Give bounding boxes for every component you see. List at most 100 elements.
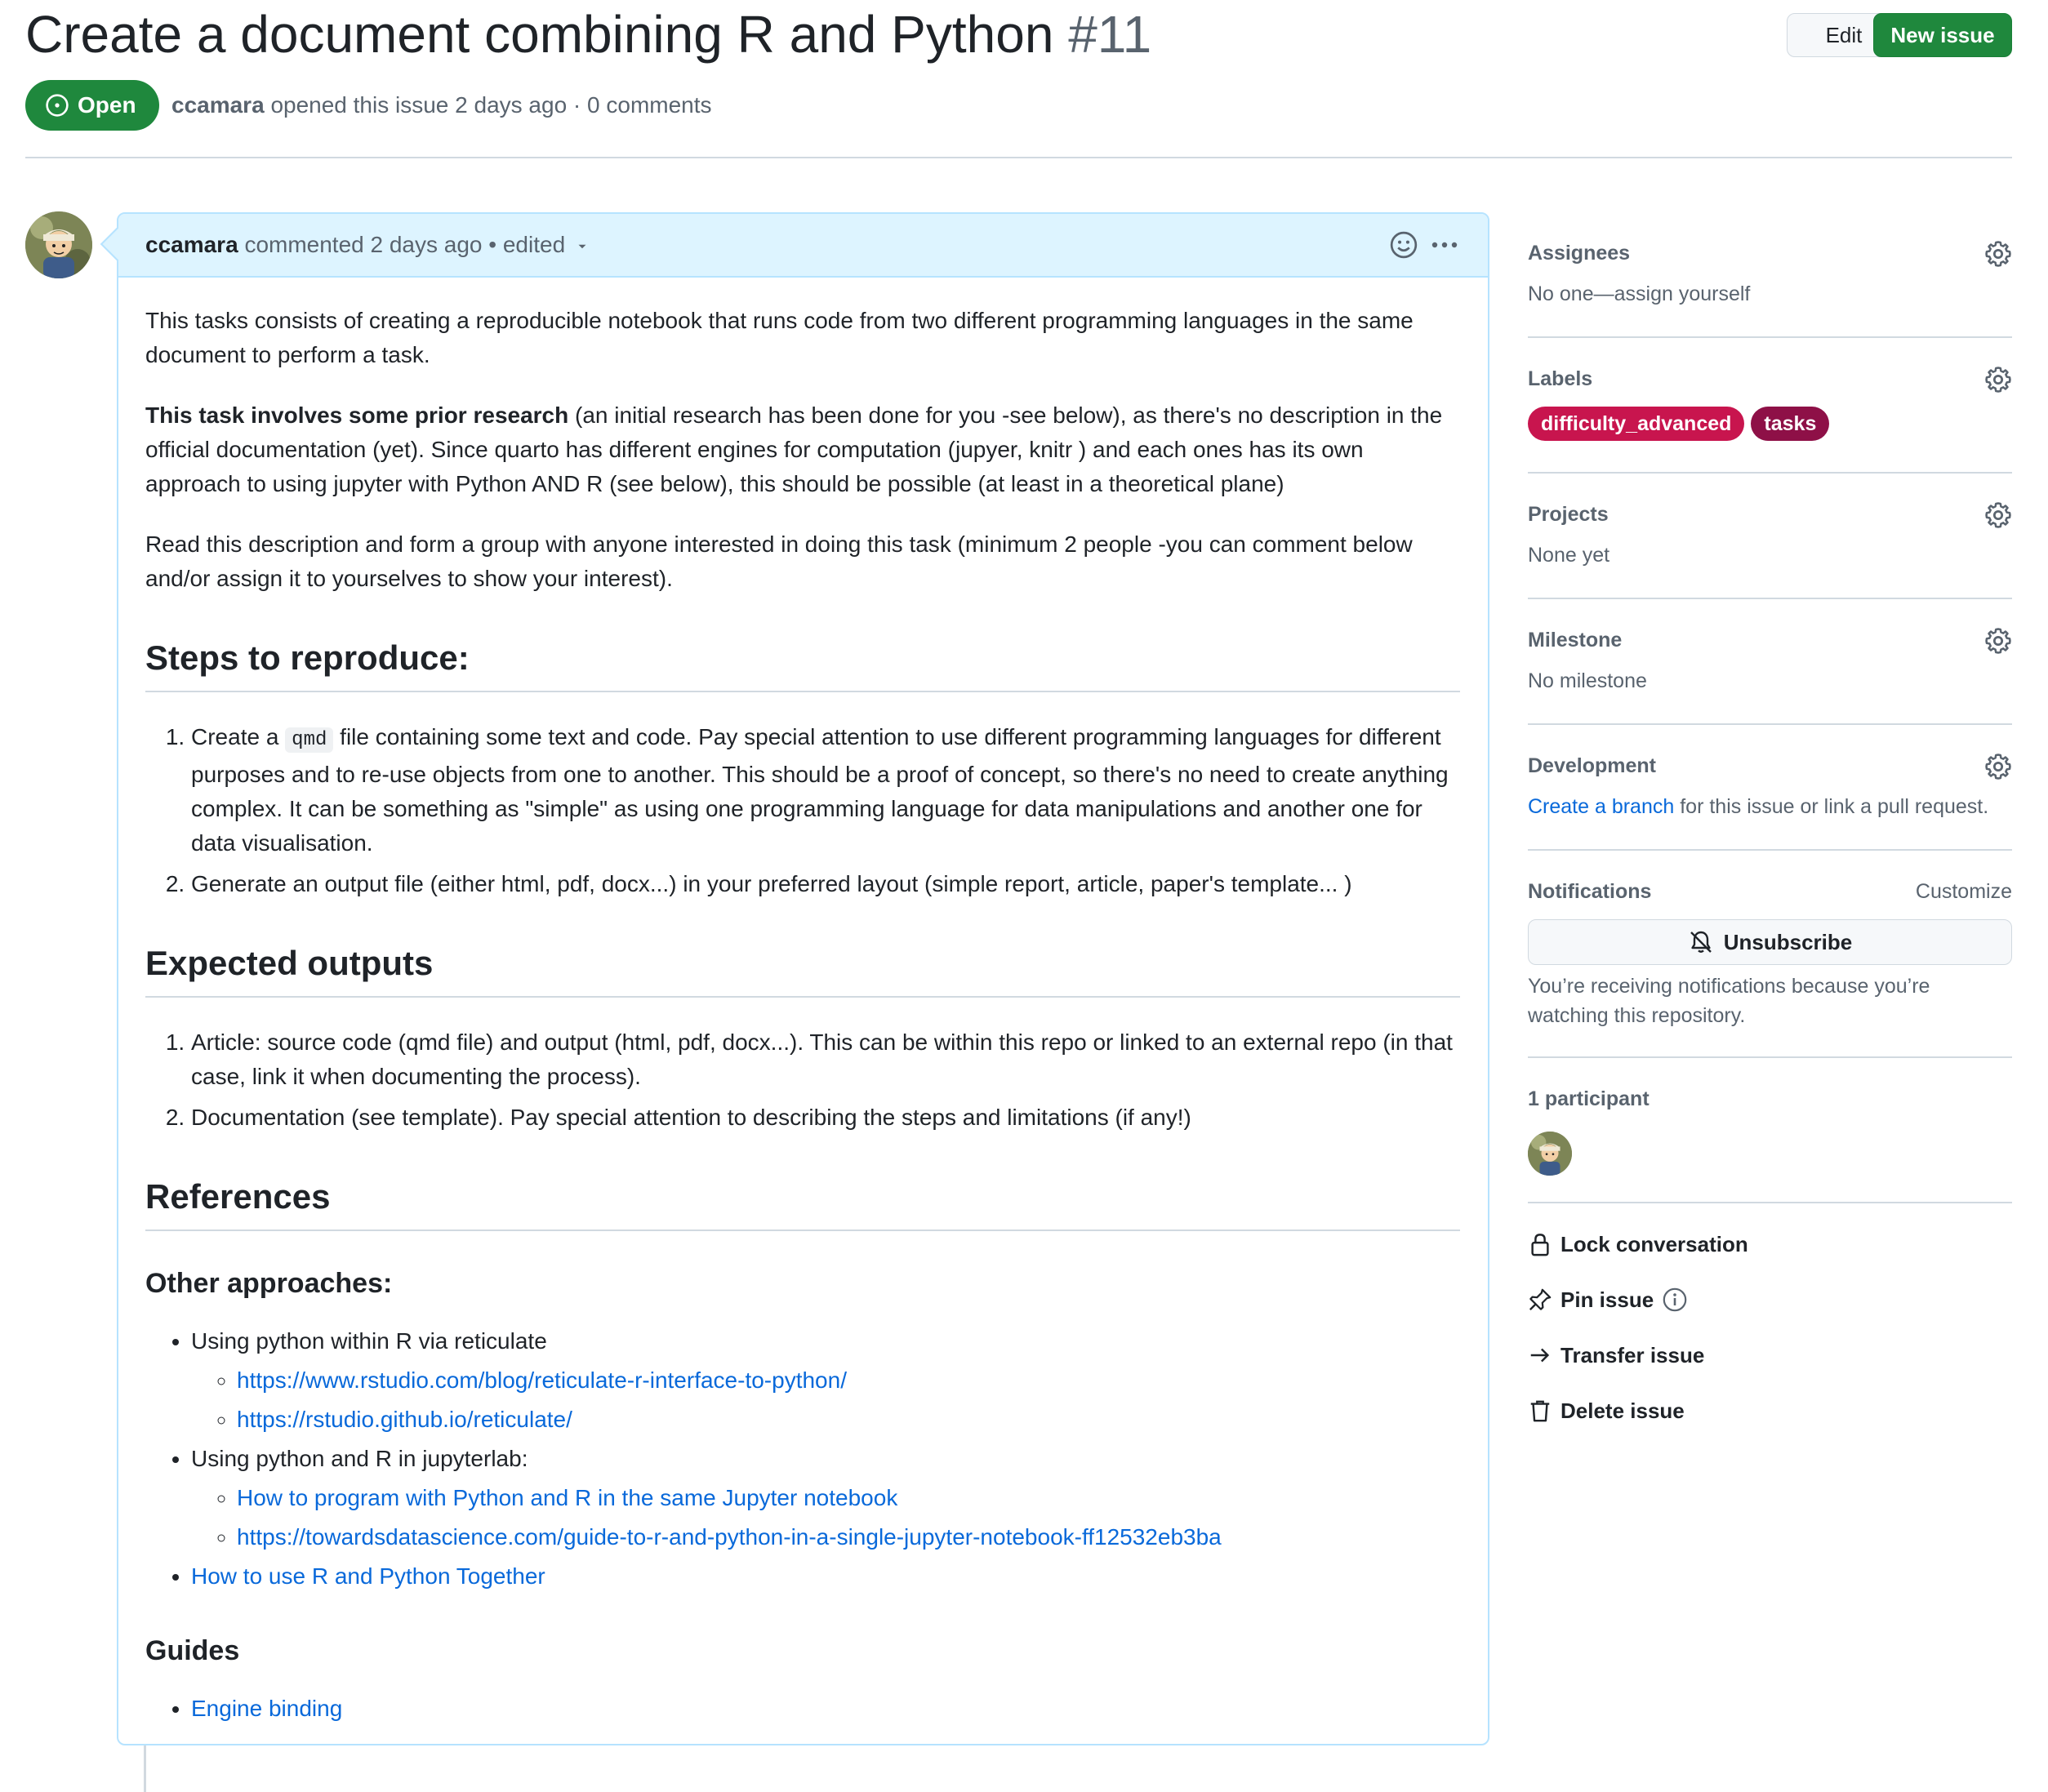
edited-label: • edited [488, 232, 566, 257]
heading-steps: Steps to reproduce: [145, 635, 1460, 692]
unsubscribe-button[interactable]: Unsubscribe [1528, 919, 2012, 965]
issue-title-line: Create a document combining R and Python… [25, 0, 1151, 69]
list-item: Using python and R in jupyterlab: How to… [191, 1442, 1460, 1554]
list-item: https://towardsdatascience.com/guide-to-… [237, 1520, 1460, 1554]
reference-link[interactable]: How to program with Python and R in the … [237, 1485, 897, 1510]
milestone-title: Milestone [1528, 629, 1623, 651]
sidebar-divider [1528, 336, 2012, 338]
references-list: Using python within R via reticulate htt… [145, 1324, 1460, 1594]
projects-value: None yet [1528, 544, 1610, 567]
avatar[interactable] [25, 211, 92, 278]
arrow-right-icon [1530, 1348, 1550, 1363]
sub-list: https://www.rstudio.com/blog/reticulate-… [191, 1363, 1460, 1437]
pin-issue-button[interactable]: Pin issue [1528, 1283, 1688, 1316]
heading-other-approaches: Other approaches: [145, 1268, 393, 1299]
inline-code: qmd [285, 727, 334, 753]
comment-author-link[interactable]: ccamara [145, 232, 238, 257]
pin-label: Pin issue [1560, 1287, 1654, 1312]
issue-number: #11 [1068, 5, 1152, 64]
sub-list: How to program with Python and R in the … [191, 1481, 1460, 1554]
gear-icon[interactable] [1984, 627, 2012, 655]
smiley-icon[interactable] [1389, 230, 1418, 260]
heading-references: References [145, 1174, 1460, 1231]
list-item: Engine binding [191, 1692, 1460, 1726]
header-divider [25, 157, 2012, 158]
milestone-value: No milestone [1528, 669, 1647, 692]
status-label: Open [78, 92, 136, 118]
customize-link[interactable]: Customize [1916, 877, 2012, 906]
development-rest: for this issue or link a pull request. [1674, 795, 1989, 818]
list-item: https://www.rstudio.com/blog/reticulate-… [237, 1363, 1460, 1398]
guides-list: Engine binding [145, 1692, 1460, 1726]
info-icon[interactable] [1662, 1287, 1688, 1313]
paragraph: Read this description and form a group w… [145, 531, 1413, 591]
list-item: Generate an output file (either html, pd… [191, 867, 1460, 901]
label-difficulty-advanced[interactable]: difficulty_advanced [1528, 407, 1745, 441]
gear-icon[interactable] [1984, 240, 2012, 268]
new-issue-button[interactable]: New issue [1873, 13, 2012, 57]
list-item: Documentation (see template). Pay specia… [191, 1101, 1460, 1135]
timeline-line [144, 1745, 146, 1792]
list-text: Using python within R via reticulate [191, 1328, 547, 1354]
comment-byline: ccamara commented 2 days ago • edited [145, 229, 590, 261]
outputs-list: Article: source code (qmd file) and outp… [145, 1025, 1460, 1135]
chevron-down-icon [578, 244, 586, 248]
gear-icon[interactable] [1984, 366, 2012, 394]
edited-history-button[interactable]: • edited [488, 232, 590, 257]
assignees-title: Assignees [1528, 242, 1631, 265]
notifications-section: Notifications Customize [1528, 877, 2012, 906]
development-text: Create a branch for this issue or link a… [1528, 792, 2012, 821]
participants-title: 1 participant [1528, 1087, 1650, 1110]
assign-yourself-link[interactable]: No one—assign yourself [1528, 279, 2012, 309]
list-item: How to use R and Python Together [191, 1559, 1460, 1594]
trash-icon [1530, 1400, 1550, 1422]
labels-section: Labels difficulty_advanced tasks [1528, 364, 2012, 441]
create-branch-link[interactable]: Create a branch [1528, 795, 1674, 818]
transfer-issue-button[interactable]: Transfer issue [1528, 1339, 1704, 1372]
sidebar-divider [1528, 472, 2012, 474]
delete-issue-button[interactable]: Delete issue [1528, 1394, 1685, 1427]
participants-section: 1 participant [1528, 1084, 2012, 1114]
reference-link[interactable]: How to use R and Python Together [191, 1563, 545, 1589]
label-tasks[interactable]: tasks [1751, 407, 1830, 441]
unsubscribe-label: Unsubscribe [1723, 929, 1853, 954]
labels-title: Labels [1528, 367, 1593, 390]
gear-icon[interactable] [1984, 501, 2012, 529]
notifications-note: You’re receiving notifications because y… [1528, 975, 1930, 1027]
heading-guides: Guides [145, 1635, 240, 1666]
comment-header: ccamara commented 2 days ago • edited [118, 214, 1488, 278]
lock-conversation-button[interactable]: Lock conversation [1528, 1228, 1748, 1261]
list-item: Create a qmd file containing some text a… [191, 720, 1460, 860]
development-title: Development [1528, 754, 1656, 777]
status-badge: Open [25, 80, 159, 131]
issue-author-link[interactable]: ccamara [171, 92, 265, 118]
participant-avatar[interactable] [1528, 1132, 1572, 1176]
issue-opened-icon [46, 94, 69, 117]
issue-meta: ccamara opened this issue 2 days ago · 0… [171, 88, 712, 122]
sidebar-divider [1528, 1202, 2012, 1203]
list-text: Create a [191, 724, 286, 749]
reference-link[interactable]: https://rstudio.github.io/reticulate/ [237, 1407, 572, 1432]
list-text: file containing some text and code. Pay … [191, 724, 1449, 856]
sidebar-divider [1528, 849, 2012, 851]
list-text: Using python and R in jupyterlab: [191, 1446, 528, 1471]
issue-title: Create a document combining R and Python [25, 5, 1054, 64]
issue-meta-text: opened this issue 2 days ago · 0 comment… [270, 92, 712, 118]
milestone-section: Milestone No milestone [1528, 625, 2012, 696]
steps-list: Create a qmd file containing some text a… [145, 720, 1460, 901]
list-item: Article: source code (qmd file) and outp… [191, 1025, 1460, 1094]
labels-list: difficulty_advanced tasks [1528, 407, 2012, 441]
sidebar-divider [1528, 723, 2012, 725]
kebab-horizontal-icon[interactable] [1428, 230, 1461, 260]
assignees-section: Assignees No one—assign yourself [1528, 238, 2012, 309]
comment-box: ccamara commented 2 days ago • edited Th… [100, 212, 1489, 1745]
lock-icon [1531, 1234, 1549, 1256]
gear-icon[interactable] [1984, 753, 2012, 780]
reference-link[interactable]: https://towardsdatascience.com/guide-to-… [237, 1524, 1222, 1550]
delete-label: Delete issue [1560, 1398, 1685, 1423]
bell-slash-icon [1690, 931, 1712, 953]
guide-link[interactable]: Engine binding [191, 1696, 342, 1721]
list-item: Using python within R via reticulate htt… [191, 1324, 1460, 1437]
reference-link[interactable]: https://www.rstudio.com/blog/reticulate-… [237, 1367, 847, 1393]
development-section: Development Create a branch for this iss… [1528, 751, 2012, 821]
